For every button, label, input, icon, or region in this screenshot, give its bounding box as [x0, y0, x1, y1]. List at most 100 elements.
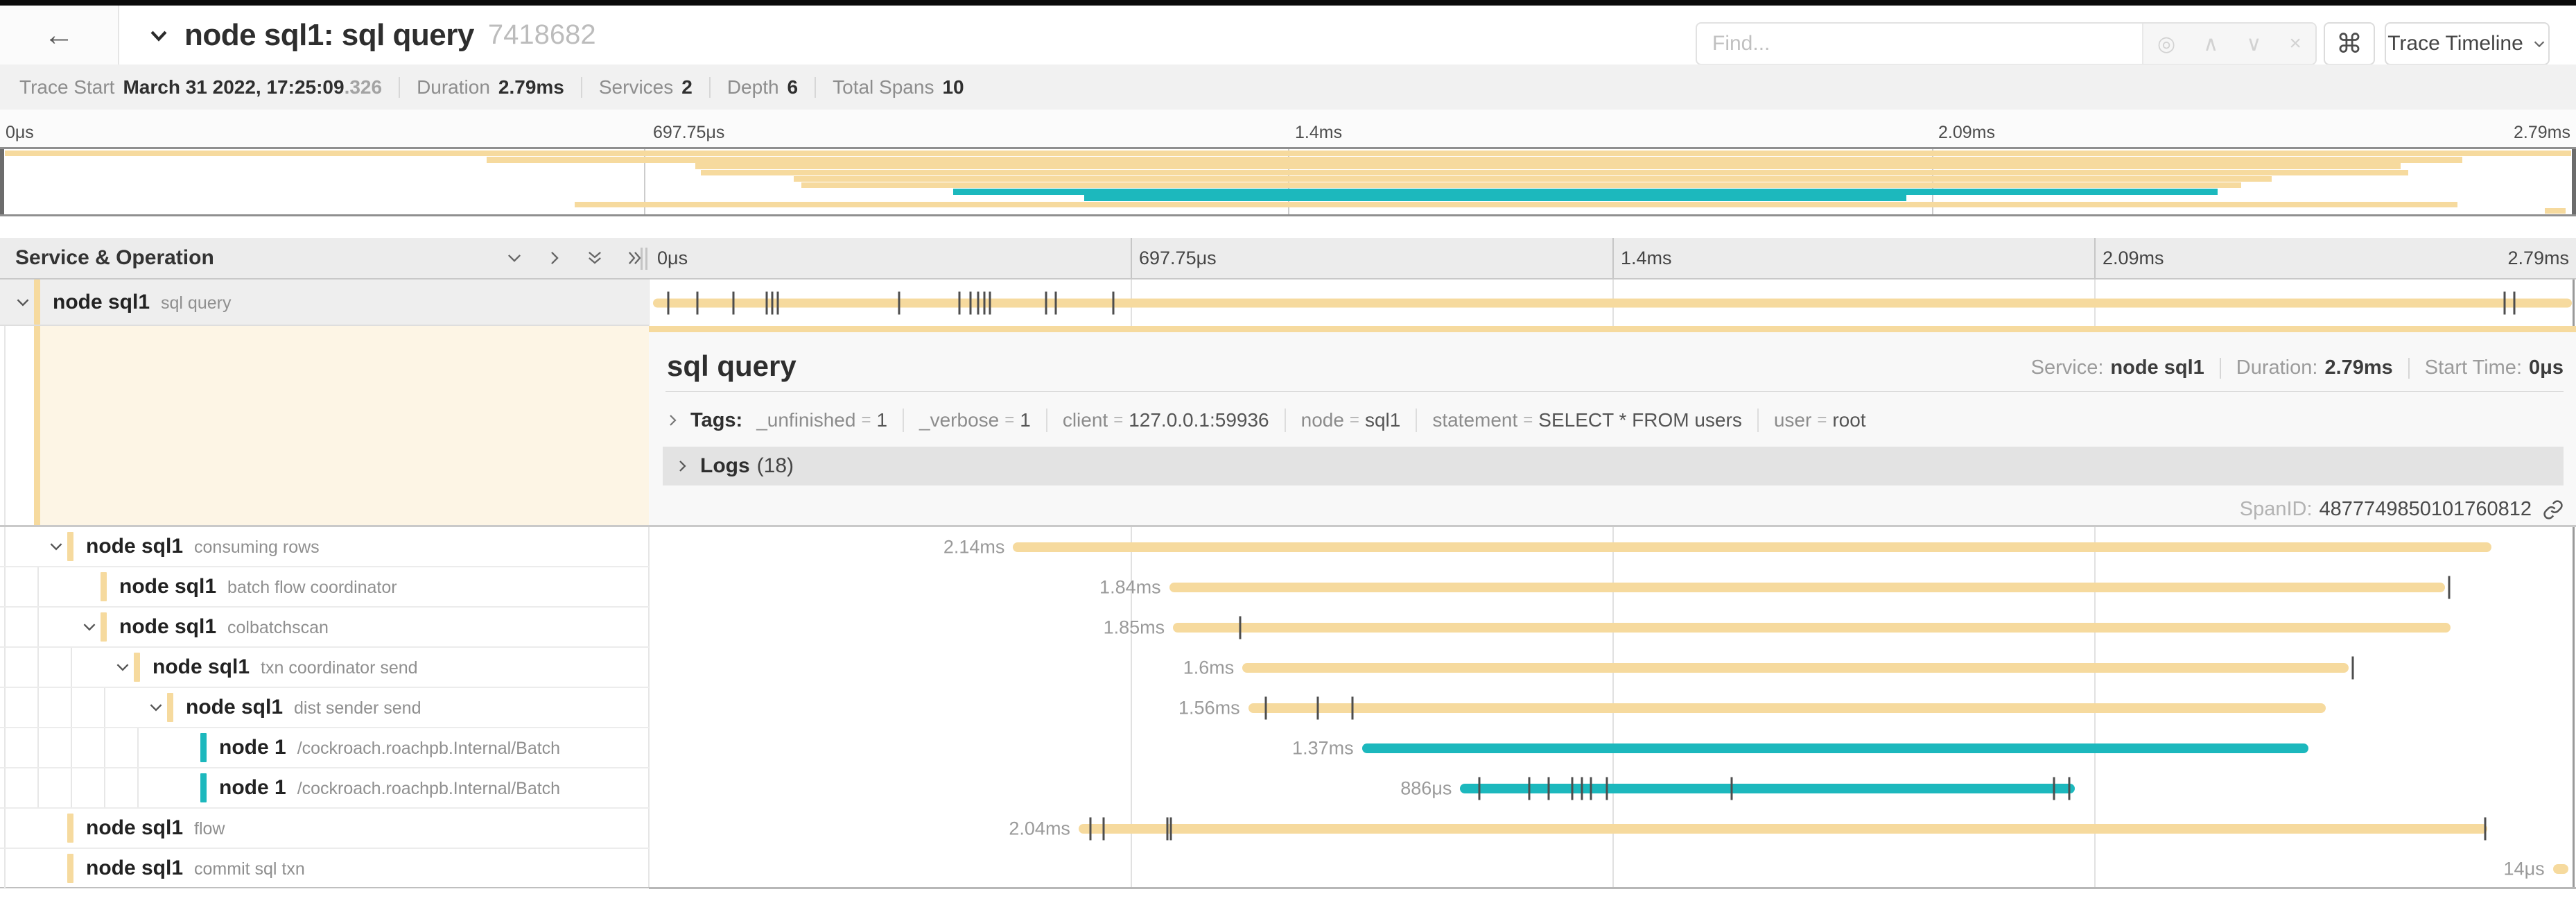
next-match-icon[interactable]: ∨	[2246, 32, 2261, 56]
span-detail-meta: Service: node sql1 Duration: 2.79ms Star…	[2031, 356, 2564, 379]
span-name-cell[interactable]: node sql1consuming rows	[0, 527, 649, 567]
minimap-canvas[interactable]	[0, 147, 2576, 216]
deep-link-icon[interactable]	[2543, 499, 2564, 520]
service-color-bar	[67, 854, 73, 883]
minimap-right-drag-handle[interactable]	[2572, 149, 2576, 214]
service-operation-header: Service & Operation	[15, 238, 214, 278]
span-row--cockroach-roachpb-internal-batch[interactable]: node 1/cockroach.roachpb.Internal/Batch1…	[0, 728, 2576, 768]
span-row-commit-sql-txn[interactable]: node sql1commit sql txn14μs	[0, 849, 2576, 889]
span-name-cell[interactable]: node sql1batch flow coordinator	[0, 567, 649, 608]
window-top-edge	[0, 0, 2576, 6]
service-color-bar	[101, 572, 107, 601]
span-row-consuming-rows[interactable]: node sql1consuming rows2.14ms	[0, 527, 2576, 567]
find-input[interactable]	[1697, 24, 2142, 64]
span-timeline-cell[interactable]	[649, 280, 2576, 326]
span-name-cell[interactable]: node 1/cockroach.roachpb.Internal/Batch	[0, 728, 649, 768]
span-row-sql-query[interactable]: node sql1sql query	[0, 280, 2576, 326]
duration-value: 2.79ms	[2324, 356, 2392, 379]
span-name-cell[interactable]: node sql1dist sender send	[0, 688, 649, 728]
span-color-accent-bar	[649, 326, 2576, 332]
service-name: node sql1	[119, 615, 216, 638]
span-timeline-cell[interactable]: 2.14ms	[649, 527, 2576, 567]
span-row-flow[interactable]: node sql1flow2.04ms	[0, 809, 2576, 849]
span-timeline-cell[interactable]: 2.04ms	[649, 809, 2576, 849]
span-timeline-cell[interactable]: 1.37ms	[649, 728, 2576, 768]
service-color-bar	[67, 814, 73, 843]
span-timeline-cell[interactable]: 886μs	[649, 768, 2576, 809]
span-bar[interactable]	[1173, 623, 2451, 633]
span-bar[interactable]	[1460, 784, 2075, 793]
span-name-cell[interactable]: node sql1colbatchscan	[0, 608, 649, 648]
tags-accordion[interactable]: Tags: _unfinished=1_verbose=1client=127.…	[664, 404, 1866, 437]
indent-guide	[37, 728, 39, 767]
tag-separator	[903, 409, 904, 432]
indent-guide	[4, 648, 6, 687]
trace-timeline-dropdown[interactable]: Trace Timeline	[2385, 22, 2550, 65]
command-icon: ⌘	[2336, 28, 2362, 60]
span-bar[interactable]	[653, 298, 2573, 307]
logs-accordion[interactable]: Logs (18)	[663, 447, 2564, 485]
collapse-one-icon[interactable]	[505, 248, 524, 268]
span-bar[interactable]	[1079, 824, 2487, 834]
prev-match-icon[interactable]: ∧	[2203, 32, 2218, 56]
service-name: node sql1	[153, 655, 250, 678]
log-event-tick	[2484, 818, 2487, 841]
trace-start-fraction: .326	[345, 76, 383, 98]
span-bar[interactable]	[1013, 542, 2491, 552]
span-name-cell[interactable]: node sql1flow	[0, 809, 649, 849]
log-event-tick	[696, 291, 698, 314]
expand-one-icon[interactable]	[545, 248, 564, 268]
log-event-tick	[1089, 818, 1091, 841]
services-value: 2	[681, 76, 693, 98]
span-bar[interactable]	[2553, 864, 2568, 874]
column-resize-handle[interactable]	[641, 248, 652, 270]
indent-guide	[71, 768, 72, 807]
span-name-cell[interactable]: node sql1sql query	[0, 280, 649, 326]
tag-separator	[1416, 409, 1417, 432]
log-event-tick	[1170, 818, 1172, 841]
title-chevron-down-icon[interactable]	[147, 24, 171, 47]
span-timeline-cell[interactable]: 1.56ms	[649, 688, 2576, 728]
tag-equals: =	[1004, 411, 1014, 430]
log-event-tick	[777, 291, 779, 314]
time-tick-label: 697.75μs	[1139, 238, 1217, 278]
match-scope-icon[interactable]: ◎	[2157, 32, 2175, 56]
span-row--cockroach-roachpb-internal-batch[interactable]: node 1/cockroach.roachpb.Internal/Batch8…	[0, 768, 2576, 809]
span-name: node sql1txn coordinator send	[153, 655, 418, 679]
start-time-value: 0μs	[2529, 356, 2564, 379]
span-timeline-cell[interactable]: 1.6ms	[649, 648, 2576, 688]
collapse-all-icon[interactable]	[585, 248, 604, 268]
back-button[interactable]: ←	[0, 6, 119, 64]
span-row-txn-coordinator-send[interactable]: node sql1txn coordinator send 1.6ms	[0, 648, 2576, 688]
span-bar[interactable]	[1248, 703, 2326, 713]
detail-row-highlight	[34, 326, 649, 525]
clear-find-icon[interactable]: ×	[2289, 32, 2301, 55]
span-row-dist-sender-send[interactable]: node sql1dist sender send1.56ms	[0, 688, 2576, 728]
minimap-left-drag-handle[interactable]	[0, 149, 4, 214]
span-timeline-cell[interactable]: 1.84ms	[649, 567, 2576, 608]
span-name-cell[interactable]: node 1/cockroach.roachpb.Internal/Batch	[0, 768, 649, 809]
collapse-span-chevron-icon[interactable]	[80, 618, 98, 636]
service-name: node 1	[219, 736, 286, 759]
collapse-span-chevron-icon[interactable]	[147, 698, 165, 716]
span-timeline-cell[interactable]: 14μs	[649, 849, 2576, 889]
log-event-tick	[977, 291, 980, 314]
divider	[399, 77, 400, 98]
log-event-tick	[667, 291, 669, 314]
span-row-colbatchscan[interactable]: node sql1colbatchscan1.85ms	[0, 608, 2576, 648]
divider	[581, 77, 582, 98]
span-timeline-cell[interactable]: 1.85ms	[649, 608, 2576, 648]
span-bar[interactable]	[1362, 743, 2308, 753]
collapse-span-chevron-icon[interactable]	[47, 538, 65, 556]
keyboard-shortcuts-button[interactable]: ⌘	[2324, 22, 2375, 65]
collapse-span-chevron-icon[interactable]	[14, 293, 32, 311]
log-event-tick	[2448, 576, 2450, 599]
span-bar[interactable]	[1242, 663, 2349, 673]
collapse-span-chevron-icon[interactable]	[114, 658, 132, 676]
span-name-cell[interactable]: node sql1txn coordinator send	[0, 648, 649, 688]
span-name-cell[interactable]: node sql1commit sql txn	[0, 849, 649, 889]
span-row-batch-flow-coordinator[interactable]: node sql1batch flow coordinator1.84ms	[0, 567, 2576, 608]
span-bar[interactable]	[1169, 583, 2445, 592]
log-event-tick	[1581, 777, 1583, 800]
minimap-axis: 0μs 697.75μs 1.4ms 2.09ms 2.79ms	[0, 110, 2576, 147]
